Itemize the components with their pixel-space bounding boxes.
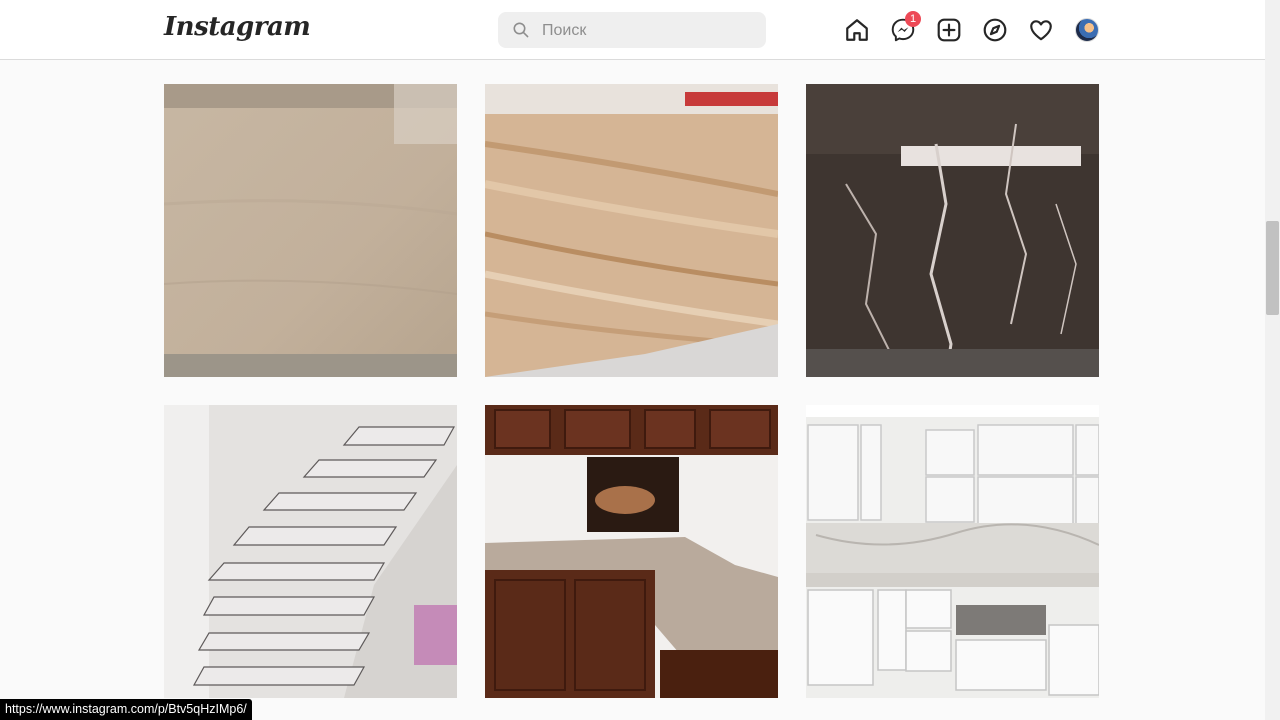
post-thumbnail[interactable]: [485, 84, 778, 377]
top-navigation-bar: Instagram 1: [0, 0, 1265, 60]
link-status-bar: https://www.instagram.com/p/Btv5qHzIMp6/: [0, 699, 252, 720]
search-icon: [513, 22, 529, 38]
post-thumbnail[interactable]: [806, 84, 1099, 377]
messenger-icon[interactable]: 1: [890, 11, 921, 43]
messenger-badge: 1: [905, 11, 921, 27]
instagram-logo[interactable]: Instagram: [164, 12, 311, 42]
post-image-travertine-slab: [485, 84, 778, 377]
post-thumbnail[interactable]: [806, 405, 1099, 698]
home-icon[interactable]: [844, 17, 870, 43]
post-image-white-kitchen: [806, 405, 1099, 698]
post-thumbnail[interactable]: [164, 405, 457, 698]
search-box[interactable]: [498, 12, 766, 50]
scrollbar-thumb[interactable]: [1266, 221, 1279, 315]
post-image-marble-staircase: [164, 405, 457, 698]
post-image-dark-marble-slab: [806, 84, 1099, 377]
post-thumbnail[interactable]: [485, 405, 778, 698]
profile-avatar[interactable]: [1075, 18, 1099, 42]
activity-heart-icon[interactable]: [1028, 17, 1054, 43]
post-image-beige-marble-slab: [164, 84, 457, 377]
page-scrollbar[interactable]: [1265, 0, 1280, 720]
search-input[interactable]: [540, 12, 754, 50]
explore-icon[interactable]: [982, 17, 1008, 43]
post-image-kitchen-countertop: [485, 405, 778, 698]
new-post-icon[interactable]: [936, 17, 962, 43]
post-thumbnail[interactable]: [164, 84, 457, 377]
